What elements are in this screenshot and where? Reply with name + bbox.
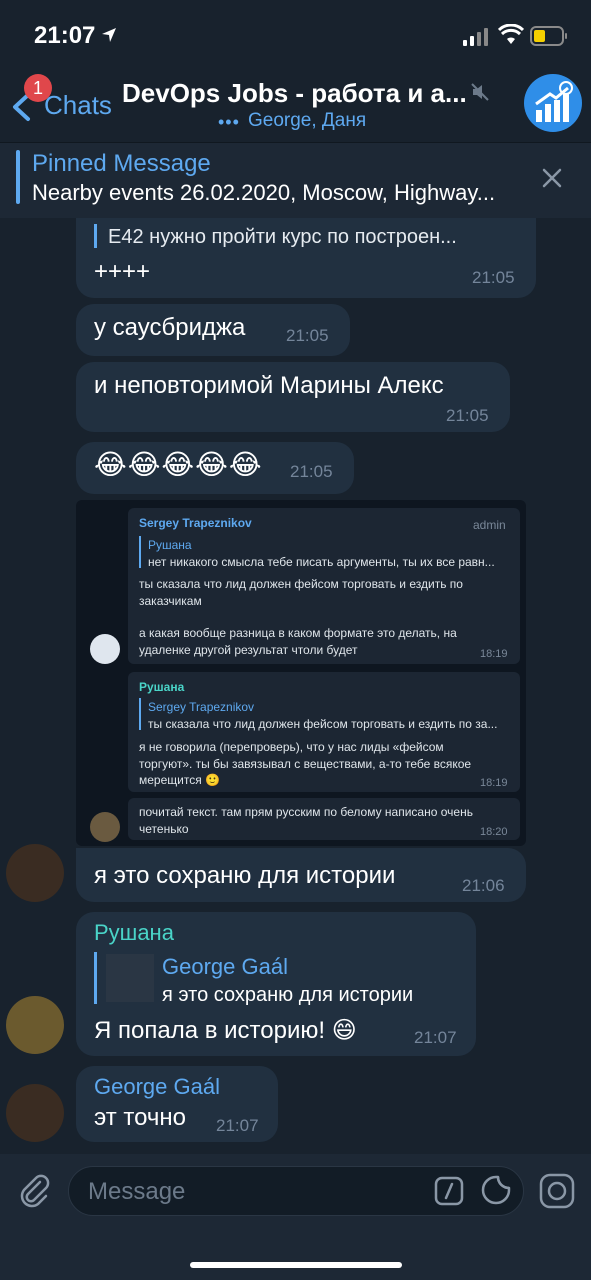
- message-time: 21:06: [462, 876, 505, 895]
- quoted-text: я это сохраню для истории: [162, 984, 414, 1006]
- screenshot-quote-bar: [139, 536, 141, 568]
- quote-thumbnail: [106, 954, 154, 1002]
- screenshot-quote-text: нет никакого смысла тебе писать аргумент…: [148, 555, 495, 569]
- back-button[interactable]: Chats: [44, 90, 112, 121]
- screenshot-quote-text: ты сказала что лид должен фейсом торгова…: [148, 717, 498, 731]
- screenshot-role: admin: [473, 518, 506, 532]
- pinned-text: Nearby events 26.02.2020, Moscow, Highwa…: [32, 180, 496, 205]
- screenshot-text: ты сказала что лид должен фейсом торгова…: [139, 577, 463, 591]
- chart-logo-icon: [535, 81, 573, 122]
- avatar[interactable]: [6, 1084, 64, 1142]
- chat-avatar[interactable]: [524, 74, 582, 132]
- message-text: ++++: [94, 258, 151, 285]
- screenshot-text: заказчикам: [139, 594, 202, 608]
- screenshot-sender: Sergey Trapeznikov: [139, 516, 252, 530]
- screenshot-text: четенько: [139, 822, 189, 836]
- quote-bar: [94, 952, 97, 1004]
- message-text: эт точно: [94, 1104, 187, 1131]
- cellular-signal-icon: [463, 28, 488, 46]
- avatar[interactable]: [6, 996, 64, 1054]
- camera-icon[interactable]: [538, 1172, 576, 1210]
- pinned-title: Pinned Message: [32, 150, 211, 177]
- wifi-icon: [498, 24, 524, 44]
- home-indicator: [190, 1262, 402, 1268]
- message-text: у саусбриджа: [94, 314, 246, 341]
- message-text: и неповторимой Марины Алекс: [94, 372, 444, 399]
- chat-subtitle: George, Даня: [248, 110, 367, 131]
- screenshot-time: 18:19: [480, 648, 508, 660]
- message-text: я это сохраню для истории: [94, 862, 396, 889]
- message-time: 21:07: [216, 1116, 259, 1135]
- screenshot-text: удаленке другой результат чтоли будет: [139, 643, 358, 657]
- message-text: Я попала в историю! 😄: [94, 1017, 357, 1044]
- avatar[interactable]: [6, 844, 64, 902]
- screenshot-sender: Рушана: [139, 680, 185, 694]
- sticker-icon[interactable]: [480, 1174, 512, 1206]
- message-time: 21:05: [290, 462, 333, 481]
- screenshot-quote-bar: [139, 698, 141, 730]
- screenshot-avatar: [90, 634, 120, 664]
- screenshot-time: 18:19: [480, 777, 508, 789]
- quote-sender: George Gaál: [162, 954, 288, 979]
- typing-indicator: •••: [218, 112, 240, 132]
- message-time: 21:05: [286, 326, 329, 345]
- message-input-placeholder: Message: [88, 1178, 186, 1205]
- sender-name[interactable]: Рушана: [94, 920, 174, 946]
- sender-name[interactable]: George Gaál: [94, 1074, 220, 1100]
- message-text: 😂😂😂😂😂: [94, 449, 263, 480]
- pinned-accent-bar: [16, 150, 20, 204]
- attach-paperclip-icon[interactable]: [16, 1172, 52, 1208]
- chat-title[interactable]: DevOps Jobs - работа и а...: [122, 78, 467, 109]
- screenshot-text: а какая вообще разница в каком формате э…: [139, 626, 457, 640]
- screenshot-quote-name: Sergey Trapeznikov: [148, 700, 255, 714]
- status-time: 21:07: [34, 22, 96, 49]
- battery-icon: [530, 26, 567, 46]
- quoted-text: E42 нужно пройти курс по построен...: [108, 226, 457, 248]
- quote-bar: [94, 224, 97, 248]
- screenshot-quote-name: Рушана: [148, 538, 192, 552]
- message-time: 21:07: [414, 1028, 457, 1047]
- close-icon[interactable]: [540, 166, 564, 190]
- muted-speaker-icon: [471, 83, 489, 101]
- message-time: 21:05: [446, 406, 489, 425]
- screenshot-text: торгуют». ты бы завязывал с веществами, …: [139, 757, 472, 771]
- screenshot-avatar: [90, 812, 120, 842]
- message-time: 21:05: [472, 268, 515, 287]
- bot-command-icon[interactable]: [434, 1176, 464, 1206]
- screenshot-text: почитай текст. там прям русским по белом…: [139, 805, 473, 819]
- location-arrow-icon: [102, 28, 116, 42]
- screenshot-text: я не говорила (перепроверь), что у нас л…: [139, 740, 444, 754]
- screenshot-time: 18:20: [480, 826, 508, 838]
- screenshot-text: мерещится 🙂: [139, 773, 220, 787]
